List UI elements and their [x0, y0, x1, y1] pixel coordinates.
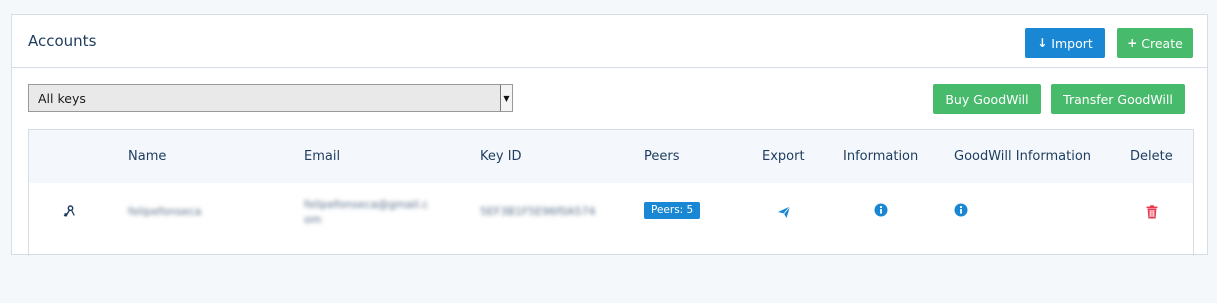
column-header-information: Information [843, 149, 919, 164]
transfer-goodwill-button[interactable]: Transfer GoodWill [1051, 84, 1185, 114]
column-header-delete: Delete [1130, 149, 1173, 164]
goodwill-info-circle-icon[interactable] [953, 202, 969, 218]
key-filter-value: All keys [38, 91, 86, 106]
account-name: felipefonseca [128, 205, 202, 218]
create-button-label: Create [1141, 35, 1183, 51]
plus-icon: + [1127, 36, 1138, 50]
create-button[interactable]: + Create [1117, 28, 1193, 58]
paper-plane-icon[interactable] [776, 204, 792, 220]
buy-goodwill-button[interactable]: Buy GoodWill [933, 84, 1041, 114]
chevron-down-icon[interactable]: ▼ [500, 85, 512, 111]
peers-badge: Peers: 5 [644, 202, 701, 219]
column-header-peers: Peers [644, 149, 680, 164]
accounts-panel: Accounts ↓ Import + Create All keys ▼ Bu… [11, 14, 1208, 256]
column-header-email: Email [304, 149, 341, 164]
column-header-goodwill-information: GoodWill Information [954, 149, 1092, 164]
info-circle-icon[interactable] [873, 202, 889, 218]
buy-goodwill-label: Buy GoodWill [945, 91, 1029, 107]
panel-header: Accounts ↓ Import + Create [12, 15, 1207, 68]
page-title: Accounts [28, 32, 97, 50]
account-key-id: 5EF3B1F5E96f0A574 [480, 205, 596, 218]
import-button[interactable]: ↓ Import [1025, 28, 1105, 58]
import-button-label: Import [1051, 35, 1093, 51]
key-filter-select[interactable]: All keys ▼ [28, 84, 513, 112]
account-email-line2: om [304, 213, 322, 226]
table-header: Name Email Key ID Peers Export Informati… [29, 130, 1193, 183]
key-user-icon [61, 203, 77, 219]
column-header-export: Export [762, 149, 805, 164]
column-header-key-id: Key ID [480, 149, 522, 164]
column-header-name: Name [128, 149, 167, 164]
arrow-down-icon: ↓ [1037, 36, 1048, 50]
accounts-table: Name Email Key ID Peers Export Informati… [28, 129, 1194, 256]
account-email-line1: felipefonseca@gmail.c [304, 198, 429, 211]
trash-icon[interactable] [1144, 204, 1160, 220]
transfer-goodwill-label: Transfer GoodWill [1063, 91, 1173, 107]
